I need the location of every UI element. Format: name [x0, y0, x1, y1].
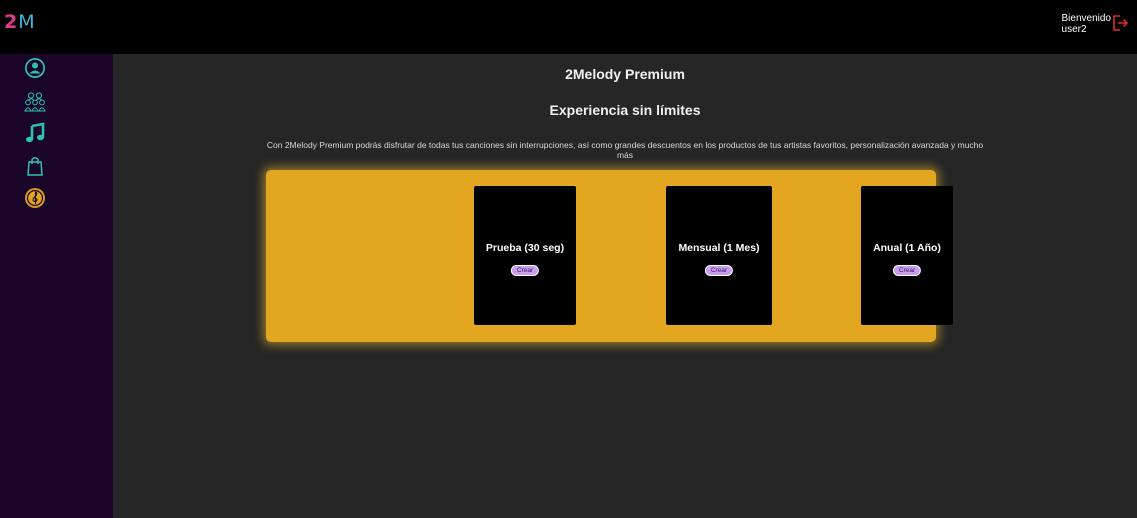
user-circle-icon[interactable]	[24, 57, 46, 79]
create-monthly-button[interactable]: Crear	[704, 265, 734, 276]
page-title: 2Melody Premium	[565, 66, 685, 82]
logout-icon[interactable]	[1111, 14, 1129, 32]
welcome-label: Bienvenido	[1061, 13, 1111, 24]
main-content: 2Melody Premium Experiencia sin límites …	[113, 54, 1137, 518]
welcome-text: Bienvenido user2	[1062, 13, 1111, 35]
group-icon[interactable]	[24, 91, 46, 113]
treble-clef-icon[interactable]	[24, 187, 46, 209]
plans-panel: Prueba (30 seg) Crear Mensual (1 Mes) Cr…	[266, 170, 953, 342]
logo-two: 2	[4, 11, 19, 33]
page-description: Con 2Melody Premium podrás disfrutar de …	[266, 140, 984, 160]
plan-title-annual: Anual (1 Año)	[873, 242, 941, 254]
logo-m: M	[18, 11, 36, 33]
plan-title-monthly: Mensual (1 Mes)	[678, 242, 760, 254]
shopping-bag-icon[interactable]	[24, 155, 46, 177]
username: user2	[1061, 24, 1087, 35]
plan-card-annual: Anual (1 Año) Crear	[861, 186, 953, 325]
create-trial-button[interactable]: Crear	[510, 265, 540, 276]
plan-card-monthly: Mensual (1 Mes) Crear	[666, 186, 772, 325]
page-subtitle: Experiencia sin límites	[549, 102, 701, 118]
top-bar: 2M Bienvenido user2	[0, 0, 1137, 54]
plan-title-trial: Prueba (30 seg)	[485, 242, 565, 254]
plan-card-trial: Prueba (30 seg) Crear	[474, 186, 576, 325]
create-annual-button[interactable]: Crear	[892, 265, 922, 276]
music-note-icon[interactable]	[24, 122, 46, 144]
app-logo[interactable]: 2M	[4, 11, 36, 33]
sidebar	[0, 54, 113, 518]
